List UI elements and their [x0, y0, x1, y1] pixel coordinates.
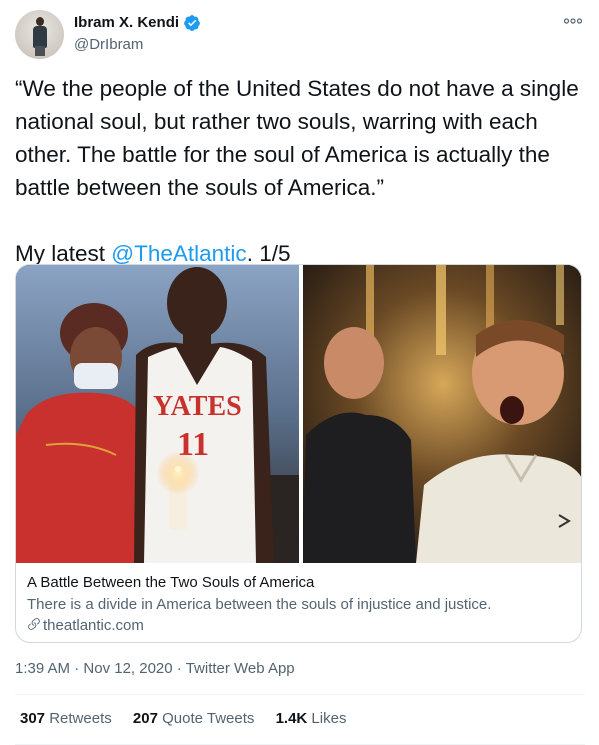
meta-separator: · [172, 660, 186, 677]
author-name[interactable]: Ibram X. Kendi [74, 14, 179, 31]
tweet-meta: 1:39 AM · Nov 12, 2020 · Twitter Web App [15, 660, 295, 677]
avatar-figure [33, 17, 47, 56]
meta-separator: · [70, 660, 84, 677]
author-handle[interactable]: @DrIbram [74, 36, 143, 53]
divider [15, 694, 585, 695]
tweet-latest-prefix: My latest [15, 241, 112, 266]
tweet: Ibram X. Kendi @DrIbram “We the people o… [0, 0, 599, 745]
avatar[interactable] [15, 10, 64, 59]
card-photo-collage: YATES 11 [16, 265, 581, 563]
tweet-quote: “We the people of the United States do n… [15, 76, 585, 200]
tweet-date[interactable]: Nov 12, 2020 [83, 660, 172, 677]
quote-tweets-count: 207 [132, 710, 158, 727]
card-domain[interactable]: theatlantic.com [27, 617, 144, 634]
card-description: There is a divide in America between the… [27, 596, 492, 613]
retweets-count: 307 [20, 710, 46, 727]
retweets-label: Retweets [49, 710, 112, 727]
more-options-icon[interactable] [563, 14, 583, 28]
link-icon [28, 618, 40, 630]
quote-tweets-label: Quote Tweets [162, 710, 255, 727]
retweets-stat[interactable]: 307 Retweets [20, 710, 112, 727]
likes-label: Likes [311, 710, 347, 727]
tweet-source[interactable]: Twitter Web App [186, 660, 295, 677]
tweet-text: “We the people of the United States do n… [15, 72, 585, 270]
jersey-text: YATES [153, 391, 242, 422]
tweet-stats: 307 Retweets 207 Quote Tweets 1.4K Likes [20, 710, 363, 727]
card-title[interactable]: A Battle Between the Two Souls of Americ… [27, 574, 314, 591]
mention-link[interactable]: @TheAtlantic [111, 241, 246, 266]
link-card[interactable]: YATES 11 A Battle Between the Two Souls … [15, 264, 582, 643]
tweet-time[interactable]: 1:39 AM [15, 660, 70, 677]
likes-count: 1.4K [275, 710, 308, 727]
tweet-latest-suffix: . 1/5 [246, 241, 291, 266]
verified-badge-icon [184, 15, 200, 31]
likes-stat[interactable]: 1.4K Likes [276, 710, 347, 727]
card-domain-text: theatlantic.com [43, 617, 144, 634]
card-image[interactable]: YATES 11 [16, 265, 581, 563]
quote-tweets-stat[interactable]: 207 Quote Tweets [133, 710, 254, 727]
